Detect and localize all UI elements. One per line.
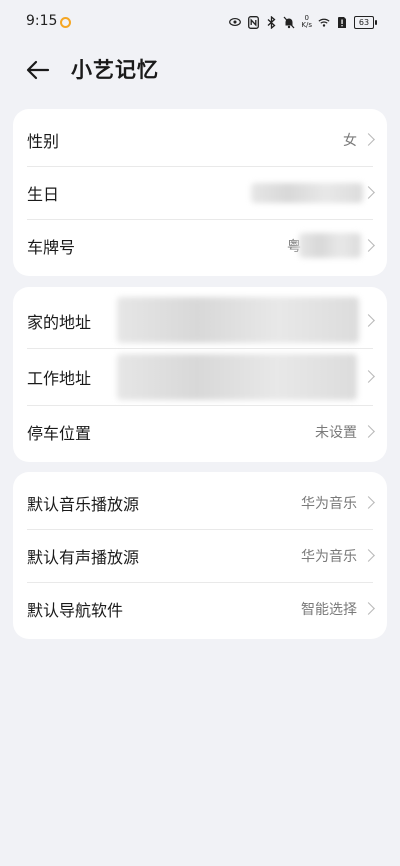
chevron-right-icon xyxy=(362,313,375,327)
default-audio-source-label: 默认有声播放源 xyxy=(27,547,140,567)
chevron-right-icon xyxy=(362,238,375,252)
home-address-label: 家的地址 xyxy=(27,312,92,332)
chevron-right-icon xyxy=(362,132,375,146)
default-music-source-value: 华为音乐 xyxy=(301,495,357,512)
birthday-row[interactable]: 生日 xyxy=(13,166,387,219)
status-bar: 9:15 0 K/s 63 xyxy=(0,0,400,44)
default-navigation-app-row[interactable]: 默认导航软件 智能选择 xyxy=(13,582,387,635)
address-card: 家的地址 工作地址 停车位置 未设置 xyxy=(13,287,387,462)
parking-location-row[interactable]: 停车位置 未设置 xyxy=(13,405,387,458)
personal-info-card: 性别 女 生日 车牌号 粤 xyxy=(13,109,387,276)
network-speed-unit: K/s xyxy=(301,21,312,29)
gender-row[interactable]: 性别 女 xyxy=(13,113,387,166)
home-address-value-redacted xyxy=(117,297,359,343)
license-plate-value-redacted xyxy=(299,233,361,258)
default-music-source-row[interactable]: 默认音乐播放源 华为音乐 xyxy=(13,476,387,529)
chevron-right-icon xyxy=(362,495,375,509)
parking-location-value: 未设置 xyxy=(315,424,357,441)
default-audio-source-value: 华为音乐 xyxy=(301,548,357,565)
work-address-label: 工作地址 xyxy=(27,368,92,388)
license-plate-row[interactable]: 车牌号 粤 xyxy=(13,219,387,272)
page-title: 小艺记忆 xyxy=(71,58,159,82)
nfc-icon xyxy=(247,15,259,29)
default-navigation-app-label: 默认导航软件 xyxy=(27,600,124,620)
wifi-icon xyxy=(318,15,330,29)
birthday-value-redacted xyxy=(251,183,363,203)
eye-icon xyxy=(229,15,242,29)
gender-value: 女 xyxy=(343,132,357,149)
license-plate-label: 车牌号 xyxy=(27,237,76,257)
chevron-right-icon xyxy=(362,424,375,438)
sim-alert-icon xyxy=(336,15,348,29)
chevron-right-icon xyxy=(362,548,375,562)
chevron-right-icon xyxy=(362,601,375,615)
birthday-label: 生日 xyxy=(27,184,60,204)
network-speed: 0 K/s xyxy=(301,15,312,29)
chevron-right-icon xyxy=(362,369,375,383)
notification-dot-icon xyxy=(60,17,71,28)
chevron-right-icon xyxy=(362,185,375,199)
home-address-row[interactable]: 家的地址 xyxy=(13,293,387,348)
work-address-row[interactable]: 工作地址 xyxy=(13,348,387,405)
gender-label: 性别 xyxy=(27,131,60,151)
status-time: 9:15 xyxy=(26,13,58,29)
default-apps-card: 默认音乐播放源 华为音乐 默认有声播放源 华为音乐 默认导航软件 智能选择 xyxy=(13,472,387,639)
mute-bell-icon xyxy=(283,15,295,29)
default-audio-source-row[interactable]: 默认有声播放源 华为音乐 xyxy=(13,529,387,582)
back-arrow-icon xyxy=(26,60,50,80)
bluetooth-icon xyxy=(265,15,277,29)
default-navigation-app-value: 智能选择 xyxy=(301,601,357,618)
battery-icon: 63 xyxy=(354,15,377,29)
header: 小艺记忆 xyxy=(0,44,400,96)
back-button[interactable] xyxy=(24,56,52,84)
default-music-source-label: 默认音乐播放源 xyxy=(27,494,140,514)
parking-location-label: 停车位置 xyxy=(27,423,92,443)
work-address-value-redacted xyxy=(117,354,357,400)
status-icons: 0 K/s 63 xyxy=(229,13,377,31)
